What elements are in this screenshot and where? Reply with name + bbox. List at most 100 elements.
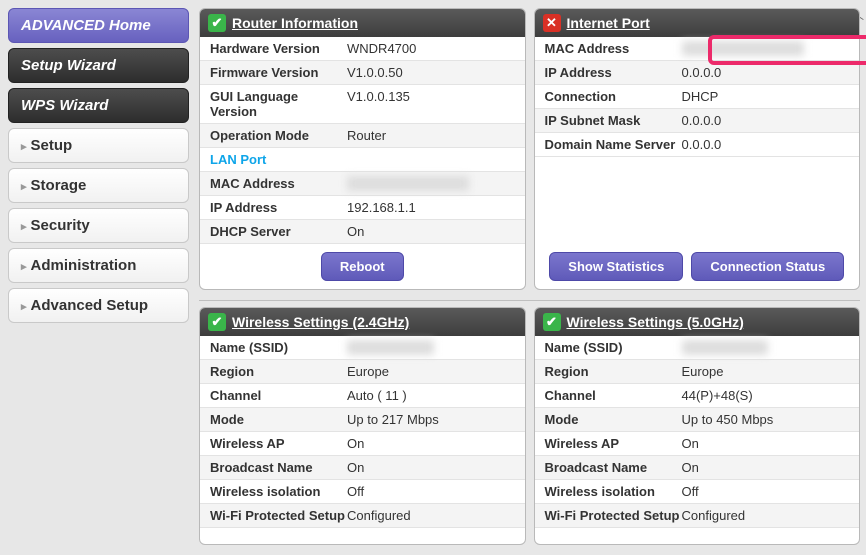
show-statistics-button[interactable]: Show Statistics xyxy=(549,252,683,281)
row-value: Off xyxy=(682,484,849,499)
nav-storage[interactable]: ▸ Storage xyxy=(8,168,189,203)
row-value: Europe xyxy=(682,364,849,379)
table-row: Wireless isolationOff xyxy=(200,480,525,504)
nav-administration[interactable]: ▸ Administration xyxy=(8,248,189,283)
table-row: ModeUp to 217 Mbps xyxy=(200,408,525,432)
row-value: V1.0.0.135 xyxy=(347,89,514,119)
row-value xyxy=(347,152,514,167)
nav-label: ADVANCED Home xyxy=(21,17,151,34)
row-label: IP Subnet Mask xyxy=(545,113,682,128)
row-value: 0.0.0.0 xyxy=(682,65,849,80)
row-value: 0.0.0.0 xyxy=(682,113,849,128)
table-row: Name (SSID)XXXXXXXXXX xyxy=(535,336,860,360)
router-info-title: Router Information xyxy=(232,15,358,31)
row-label: DHCP Server xyxy=(210,224,347,239)
row-value: On xyxy=(682,460,849,475)
row-label: Mode xyxy=(210,412,347,427)
table-row: Domain Name Server0.0.0.0 xyxy=(535,133,860,157)
nav-advanced-home[interactable]: ADVANCED Home xyxy=(8,8,189,43)
table-row: Broadcast NameOn xyxy=(200,456,525,480)
chevron-right-icon: ▸ xyxy=(21,261,27,273)
row-value: Up to 450 Mbps xyxy=(682,412,849,427)
chevron-right-icon: ▸ xyxy=(21,141,27,153)
row-label: Region xyxy=(210,364,347,379)
table-row: LAN Port xyxy=(200,148,525,172)
wireless-50-header[interactable]: ✔ Wireless Settings (5.0GHz) xyxy=(535,308,860,336)
row-label: LAN Port xyxy=(210,152,347,167)
row-label: Name (SSID) xyxy=(545,340,682,355)
table-row: DHCP ServerOn xyxy=(200,220,525,244)
nav-wps-wizard[interactable]: WPS Wizard xyxy=(8,88,189,123)
nav-setup[interactable]: ▸Setup xyxy=(8,128,189,163)
nav-label: Administration xyxy=(31,257,137,274)
row-label: Firmware Version xyxy=(210,65,347,80)
row-label: Channel xyxy=(210,388,347,403)
row-label: Connection xyxy=(545,89,682,104)
row-label: Wi-Fi Protected Setup xyxy=(210,508,347,523)
wireless-24-header[interactable]: ✔ Wireless Settings (2.4GHz) xyxy=(200,308,525,336)
table-row: Name (SSID)XXXXXXXXXX xyxy=(200,336,525,360)
row-label: Wireless isolation xyxy=(210,484,347,499)
nav-advanced-setup[interactable]: ▸ Advanced Setup xyxy=(8,288,189,323)
wireless-50-panel: ✔ Wireless Settings (5.0GHz) Name (SSID)… xyxy=(534,307,861,545)
table-row: Wireless APOn xyxy=(200,432,525,456)
row-label: Wireless isolation xyxy=(545,484,682,499)
reboot-button[interactable]: Reboot xyxy=(321,252,404,281)
router-info-panel: ✔ Router Information Hardware VersionWND… xyxy=(199,8,526,290)
table-row: ChannelAuto ( 11 ) xyxy=(200,384,525,408)
nav-setup-wizard[interactable]: Setup Wizard xyxy=(8,48,189,83)
row-value: On xyxy=(682,436,849,451)
wireless-50-body: Name (SSID)XXXXXXXXXXRegionEuropeChannel… xyxy=(535,336,860,528)
row-value: On xyxy=(347,460,514,475)
chevron-right-icon: ▸ xyxy=(21,301,27,313)
router-info-header[interactable]: ✔ Router Information xyxy=(200,9,525,37)
row-label: Broadcast Name xyxy=(545,460,682,475)
router-info-body: Hardware VersionWNDR4700Firmware Version… xyxy=(200,37,525,244)
nav-label: Storage xyxy=(31,177,87,194)
table-row: Channel44(P)+48(S) xyxy=(535,384,860,408)
row-value: XX:XX:XX:XX:XX:XX xyxy=(682,41,849,56)
wireless-50-title: Wireless Settings (5.0GHz) xyxy=(567,314,744,330)
internet-port-header[interactable]: ✕ Internet Port xyxy=(535,9,860,37)
row-label: GUI Language Version xyxy=(210,89,347,119)
row-value: Europe xyxy=(347,364,514,379)
table-row: RegionEurope xyxy=(535,360,860,384)
row-label: Wireless AP xyxy=(210,436,347,451)
row-value: XXXXXXXXXX xyxy=(682,340,849,355)
internet-port-body: MAC AddressXX:XX:XX:XX:XX:XX IP Address0.… xyxy=(535,37,860,244)
nav-label: Security xyxy=(31,217,90,234)
row-value: Configured xyxy=(682,508,849,523)
row-value: V1.0.0.50 xyxy=(347,65,514,80)
chevron-right-icon: ▸ xyxy=(21,181,27,193)
row-value: 192.168.1.1 xyxy=(347,200,514,215)
table-row: RegionEurope xyxy=(200,360,525,384)
row-value: XX:XX:XX:XX:XX:XX xyxy=(347,176,514,191)
table-row: MAC AddressXX:XX:XX:XX:XX:XX xyxy=(200,172,525,196)
table-row: Wi-Fi Protected SetupConfigured xyxy=(535,504,860,528)
check-icon: ✔ xyxy=(208,14,226,32)
row-label: Hardware Version xyxy=(210,41,347,56)
row-label: Wireless AP xyxy=(545,436,682,451)
table-row: IP Address0.0.0.0 xyxy=(535,61,860,85)
row-label: MAC Address xyxy=(545,41,682,56)
row-value: DHCP xyxy=(682,89,849,104)
main-content: ︿ ✔ Router Information Hardware VersionW… xyxy=(197,0,866,555)
wireless-24-body: Name (SSID)XXXXXXXXXXRegionEuropeChannel… xyxy=(200,336,525,528)
check-icon: ✔ xyxy=(208,313,226,331)
row-label: IP Address xyxy=(210,200,347,215)
internet-port-title: Internet Port xyxy=(567,15,650,31)
table-row: Wireless APOn xyxy=(535,432,860,456)
x-icon: ✕ xyxy=(543,14,561,32)
row-label: Mode xyxy=(545,412,682,427)
row-label: Operation Mode xyxy=(210,128,347,143)
connection-status-button[interactable]: Connection Status xyxy=(691,252,844,281)
row-value: XXXXXXXXXX xyxy=(347,340,514,355)
row-value: On xyxy=(347,436,514,451)
table-row: IP Subnet Mask0.0.0.0 xyxy=(535,109,860,133)
table-row: Wireless isolationOff xyxy=(535,480,860,504)
row-value: WNDR4700 xyxy=(347,41,514,56)
row-label: Wi-Fi Protected Setup xyxy=(545,508,682,523)
nav-security[interactable]: ▸Security xyxy=(8,208,189,243)
table-row: Firmware VersionV1.0.0.50 xyxy=(200,61,525,85)
nav-label: Advanced Setup xyxy=(31,297,149,314)
